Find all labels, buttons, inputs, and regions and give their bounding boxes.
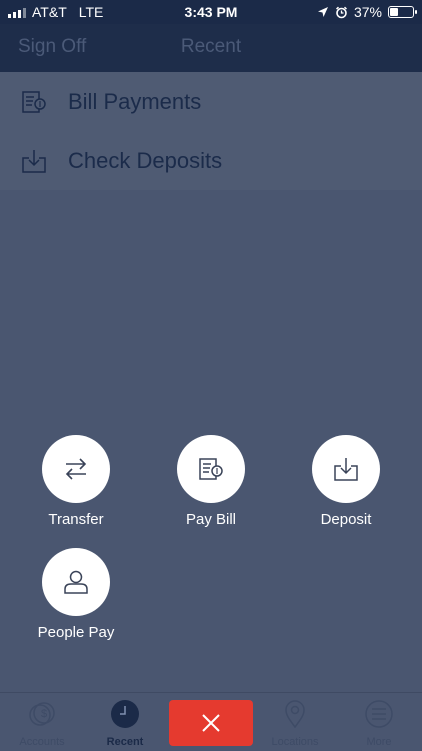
people-pay-label: People Pay	[37, 624, 115, 641]
tab-accounts[interactable]: $ Accounts	[0, 693, 84, 751]
transfer-button[interactable]	[42, 435, 110, 503]
deposit-icon	[22, 149, 46, 173]
menu-item-bill-payments[interactable]: Bill Payments	[0, 72, 422, 131]
location-pin-icon	[285, 700, 305, 729]
deposit-action[interactable]: Deposit	[281, 435, 411, 528]
tab-locations[interactable]: Locations	[253, 693, 337, 751]
status-bar: AT&T LTE 3:43 PM 37%	[0, 0, 422, 24]
pay-bill-label: Pay Bill	[185, 511, 237, 528]
transfer-icon	[65, 458, 87, 480]
tab-more[interactable]: More	[337, 693, 421, 751]
person-icon	[64, 570, 88, 594]
close-icon	[202, 714, 220, 732]
tab-recent[interactable]: Recent	[83, 693, 167, 751]
sign-off-button[interactable]: Sign Off	[18, 36, 86, 58]
menu-item-check-deposits[interactable]: Check Deposits	[0, 131, 422, 190]
tab-label: Locations	[271, 736, 319, 748]
tab-label: Accounts	[19, 736, 65, 748]
deposit-button[interactable]	[312, 435, 380, 503]
people-pay-action[interactable]: People Pay	[11, 548, 141, 641]
menu-item-label: Check Deposits	[68, 147, 223, 173]
tab-label: More	[366, 736, 392, 748]
pay-bill-icon	[199, 458, 223, 480]
close-button[interactable]	[169, 700, 253, 746]
dollar-icon: $	[29, 702, 55, 726]
pay-bill-action[interactable]: Pay Bill	[146, 435, 276, 528]
battery-icon	[388, 6, 417, 18]
deposit-label: Deposit	[320, 511, 372, 528]
transfer-action[interactable]: Transfer	[11, 435, 141, 528]
menu-item-label: Bill Payments	[68, 88, 202, 114]
svg-text:$: $	[41, 708, 47, 720]
bill-icon	[22, 90, 46, 113]
clock-icon	[111, 700, 139, 728]
people-pay-button[interactable]	[42, 548, 110, 616]
pay-bill-button[interactable]	[177, 435, 245, 503]
nav-bar: Sign Off Recent	[0, 24, 422, 72]
alarm-icon	[335, 6, 347, 18]
transfer-label: Transfer	[48, 511, 104, 528]
menu-icon	[365, 700, 393, 728]
location-arrow-icon	[317, 7, 328, 17]
deposit-icon	[334, 458, 358, 481]
tab-label: Recent	[106, 736, 144, 748]
battery-percent: 37%	[353, 4, 382, 20]
recent-menu: Bill Payments Check Deposits	[0, 72, 422, 190]
